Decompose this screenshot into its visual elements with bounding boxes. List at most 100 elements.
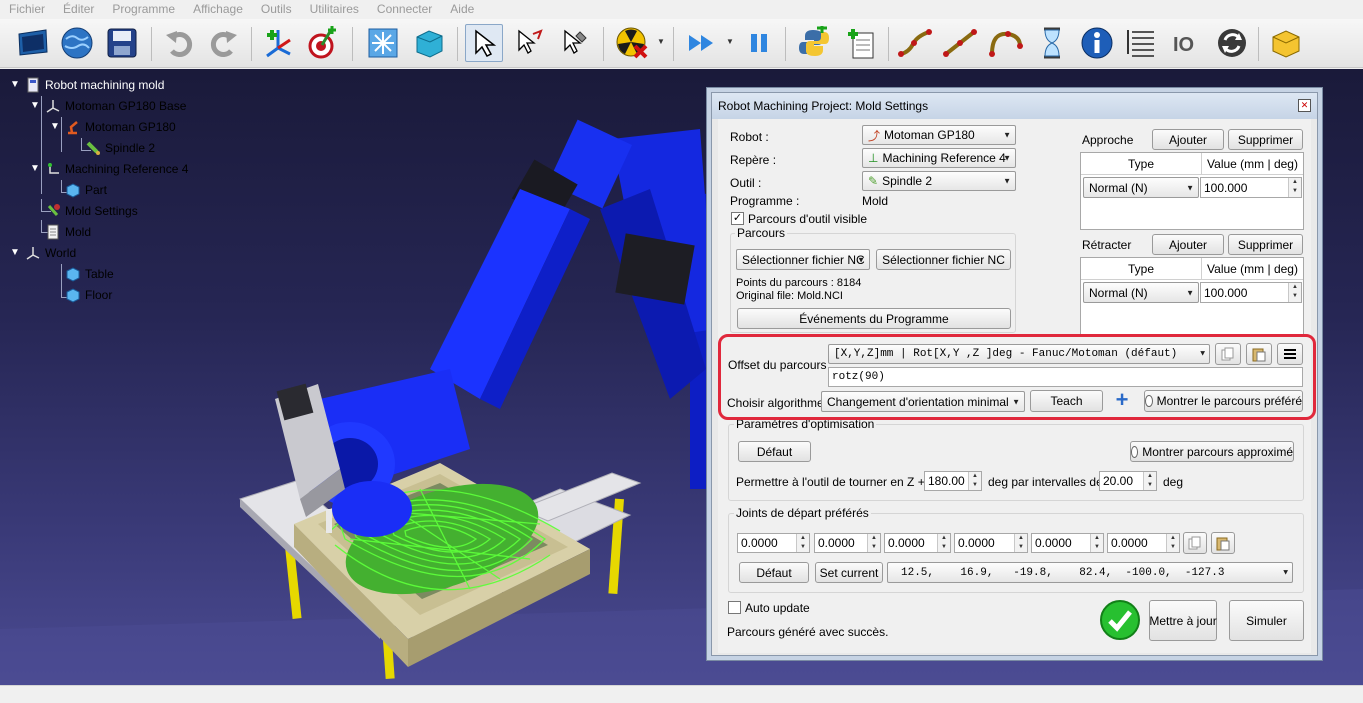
- select-nc-button[interactable]: Sélectionner fichier NC: [876, 249, 1011, 270]
- add-icon[interactable]: +: [1112, 389, 1132, 411]
- select-cursor-icon[interactable]: [465, 24, 503, 62]
- linear-move-icon[interactable]: [941, 24, 979, 62]
- add-target-icon[interactable]: [303, 24, 341, 62]
- show-approximated-path-button[interactable]: Montrer parcours approximé: [1130, 441, 1294, 462]
- spin-arrows-icon[interactable]: ▲ ▼: [1288, 178, 1301, 197]
- joint-3-input[interactable]: 0.0000 ▲ ▼: [884, 533, 951, 553]
- fit-all-icon[interactable]: [364, 24, 402, 62]
- pause-icon[interactable]: [740, 24, 778, 62]
- simulate-button[interactable]: Simuler: [1229, 600, 1304, 641]
- joint-move-icon[interactable]: [896, 24, 934, 62]
- show-preferred-path-button[interactable]: Montrer le parcours préféré: [1144, 390, 1303, 412]
- subprogram-call-icon[interactable]: [1213, 24, 1251, 62]
- joint-2-input[interactable]: 0.0000 ▲ ▼: [814, 533, 881, 553]
- run-program-icon[interactable]: [683, 24, 721, 62]
- copy-offset-button[interactable]: [1215, 343, 1241, 365]
- approach-add-button[interactable]: Ajouter: [1152, 129, 1224, 150]
- move-reference-icon[interactable]: [510, 24, 548, 62]
- program-events-button[interactable]: Événements du Programme: [737, 308, 1011, 329]
- close-icon[interactable]: ✕: [1298, 99, 1311, 112]
- joint-5-input[interactable]: 0.0000 ▲ ▼: [1031, 533, 1104, 553]
- open-station-icon[interactable]: [14, 24, 52, 62]
- reference-select[interactable]: ⊥ Machining Reference 4 ▼: [862, 148, 1016, 168]
- tree-item-robot[interactable]: ▼ Motoman GP180: [50, 117, 176, 137]
- io-instruction-icon[interactable]: IO: [1167, 24, 1205, 62]
- redo-icon[interactable]: [205, 24, 243, 62]
- optimization-default-button[interactable]: Défaut: [738, 441, 811, 462]
- package-icon[interactable]: [1267, 24, 1305, 62]
- tree-item-spindle[interactable]: Spindle 2: [82, 138, 155, 158]
- add-program-icon[interactable]: [842, 24, 880, 62]
- algorithm-select[interactable]: Changement d'orientation minimal ▼: [821, 391, 1025, 412]
- spin-arrows-icon[interactable]: ▲ ▼: [968, 472, 981, 490]
- collapse-arrow-icon[interactable]: ▼: [30, 163, 42, 175]
- select-nc-combo[interactable]: Sélectionner fichier NC ▼: [736, 249, 870, 270]
- offset-expression-input[interactable]: rotz(90): [828, 367, 1303, 387]
- menu-programme[interactable]: Programme: [103, 0, 184, 19]
- move-tool-icon[interactable]: [556, 24, 594, 62]
- menu-connecter[interactable]: Connecter: [368, 0, 441, 19]
- joints-history-select[interactable]: 12.5, 16.9, -19.8, 82.4, -100.0, -127.3 …: [887, 562, 1293, 583]
- spin-arrows-icon[interactable]: ▲ ▼: [1014, 534, 1027, 552]
- spin-arrows-icon[interactable]: ▲ ▼: [1288, 283, 1301, 302]
- offset-menu-button[interactable]: [1277, 343, 1303, 365]
- pause-instruction-icon[interactable]: [1033, 24, 1071, 62]
- retract-add-button[interactable]: Ajouter: [1152, 234, 1224, 255]
- retract-remove-button[interactable]: Supprimer: [1228, 234, 1303, 255]
- approach-remove-button[interactable]: Supprimer: [1228, 129, 1303, 150]
- joint-6-input[interactable]: 0.0000 ▲ ▼: [1107, 533, 1180, 553]
- approach-type-select[interactable]: Normal (N) ▼: [1083, 177, 1199, 198]
- auto-update-checkbox[interactable]: [728, 601, 741, 614]
- paste-joints-button[interactable]: [1211, 532, 1235, 554]
- approach-value-input[interactable]: 100.000 ▲ ▼: [1200, 177, 1302, 198]
- joints-default-button[interactable]: Défaut: [739, 562, 809, 583]
- retract-value-input[interactable]: 100.000 ▲ ▼: [1200, 282, 1302, 303]
- tree-item-table[interactable]: Table: [62, 264, 114, 284]
- tree-item-station[interactable]: ▼ Robot machining mold: [10, 75, 164, 95]
- menu-utilitaires[interactable]: Utilitaires: [301, 0, 368, 19]
- menu-editer[interactable]: Éditer: [54, 0, 103, 19]
- tree-item-robot-base[interactable]: ▼ Motoman GP180 Base: [30, 96, 186, 116]
- set-reference-instruction-icon[interactable]: [1122, 24, 1160, 62]
- tree-item-mold-settings[interactable]: Mold Settings: [42, 201, 138, 221]
- tree-item-machining-reference[interactable]: ▼ Machining Reference 4: [30, 159, 188, 179]
- spin-arrows-icon[interactable]: ▲ ▼: [1143, 472, 1156, 490]
- collapse-arrow-icon[interactable]: ▼: [30, 100, 42, 112]
- set-current-button[interactable]: Set current: [815, 562, 883, 583]
- tree-item-part[interactable]: Part: [62, 180, 107, 200]
- tree-item-floor[interactable]: Floor: [62, 285, 112, 305]
- spin-arrows-icon[interactable]: ▲ ▼: [867, 534, 880, 552]
- update-button[interactable]: Mettre à jour: [1149, 600, 1217, 641]
- menu-fichier[interactable]: Fichier: [0, 0, 54, 19]
- tool-select[interactable]: ✎ Spindle 2 ▼: [862, 171, 1016, 191]
- offset-format-select[interactable]: [X,Y,Z]mm | Rot[X,Y ,Z ]deg - Fanuc/Moto…: [828, 344, 1210, 364]
- spin-arrows-icon[interactable]: ▲ ▼: [937, 534, 950, 552]
- save-icon[interactable]: [103, 24, 141, 62]
- menu-aide[interactable]: Aide: [441, 0, 483, 19]
- collapse-arrow-icon[interactable]: ▼: [10, 79, 22, 91]
- 3d-view-icon[interactable]: [410, 24, 448, 62]
- menu-outils[interactable]: Outils: [252, 0, 301, 19]
- interval-input[interactable]: 20.00 ▲ ▼: [1099, 471, 1157, 491]
- spin-arrows-icon[interactable]: ▲ ▼: [796, 534, 809, 552]
- info-icon[interactable]: [1078, 24, 1116, 62]
- joint-4-input[interactable]: 0.0000 ▲ ▼: [954, 533, 1028, 553]
- teach-button[interactable]: Teach: [1030, 390, 1103, 412]
- joint-1-input[interactable]: 0.0000 ▲ ▼: [737, 533, 810, 553]
- paste-offset-button[interactable]: [1246, 343, 1272, 365]
- spin-arrows-icon[interactable]: ▲ ▼: [1090, 534, 1103, 552]
- add-reference-frame-icon[interactable]: [260, 24, 298, 62]
- undo-icon[interactable]: [160, 24, 198, 62]
- tree-item-mold[interactable]: Mold: [42, 222, 91, 242]
- copy-joints-button[interactable]: [1183, 532, 1207, 554]
- collision-check-icon[interactable]: [613, 24, 651, 62]
- collapse-arrow-icon[interactable]: ▼: [50, 121, 62, 133]
- tree-item-world[interactable]: ▼ World: [10, 243, 76, 263]
- spin-arrows-icon[interactable]: ▲ ▼: [1166, 534, 1179, 552]
- python-script-icon[interactable]: [795, 24, 833, 62]
- online-library-icon[interactable]: [58, 24, 96, 62]
- menu-affichage[interactable]: Affichage: [184, 0, 252, 19]
- rotate-tool-input[interactable]: 180.00 ▲ ▼: [924, 471, 982, 491]
- retract-type-select[interactable]: Normal (N) ▼: [1083, 282, 1199, 303]
- toolpath-visible-checkbox[interactable]: ✓: [731, 212, 744, 225]
